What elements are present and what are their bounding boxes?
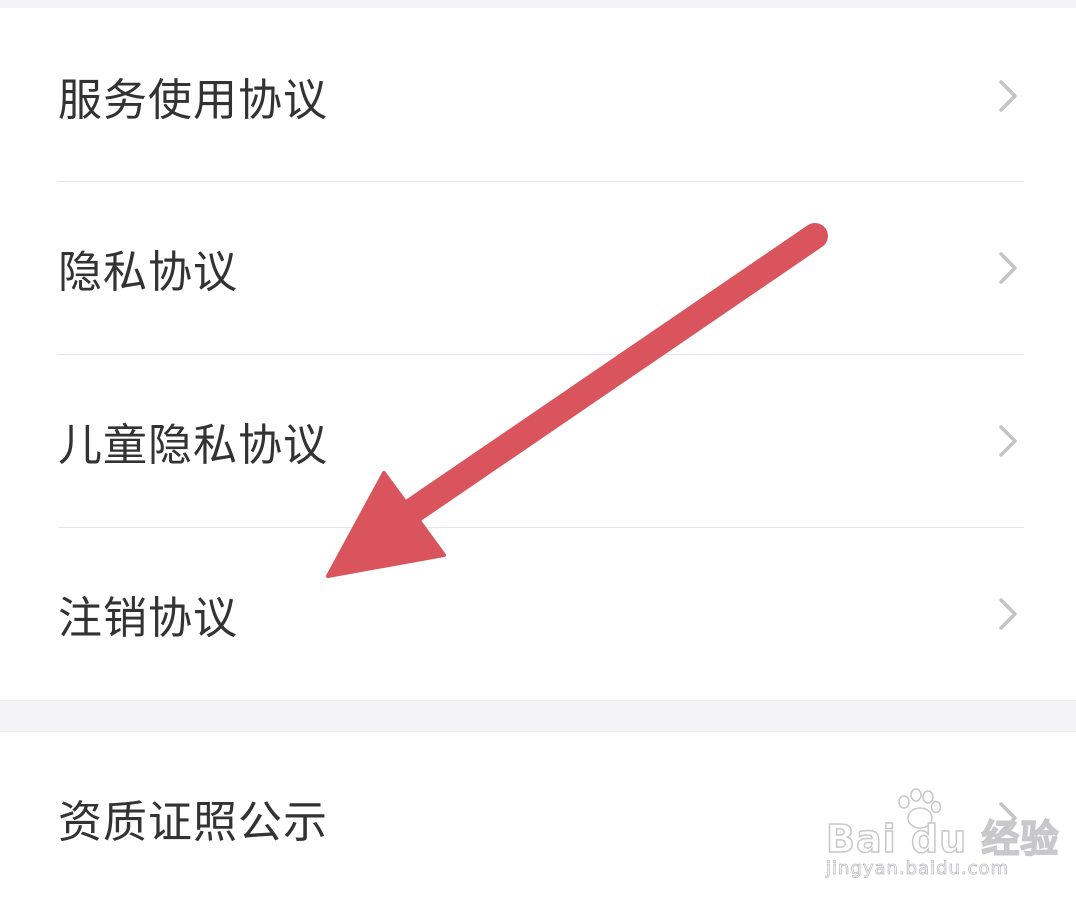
list-item-label: 注销协议 — [58, 593, 238, 644]
list-item-cancellation-agreement[interactable]: 注销协议 — [0, 528, 1076, 700]
list-item-qualification-license[interactable]: 资质证照公示 — [0, 732, 1076, 904]
section-gap — [0, 700, 1076, 732]
chevron-right-icon — [999, 252, 1017, 284]
list-item-label: 隐私协议 — [58, 247, 238, 298]
list-item-label: 资质证照公示 — [58, 797, 328, 848]
chevron-right-icon — [999, 598, 1017, 630]
list-item-label: 儿童隐私协议 — [58, 420, 328, 471]
chevron-right-icon — [999, 80, 1017, 112]
list-item-privacy-agreement[interactable]: 隐私协议 — [0, 182, 1076, 354]
chevron-right-icon — [999, 802, 1017, 834]
list-item-service-agreement[interactable]: 服务使用协议 — [0, 10, 1076, 182]
list-item-label: 服务使用协议 — [58, 75, 328, 126]
settings-screen: 服务使用协议 隐私协议 儿童隐私协议 注销协议 资质证照公示 Bai du 经验… — [0, 0, 1076, 904]
list-item-child-privacy-agreement[interactable]: 儿童隐私协议 — [0, 355, 1076, 527]
top-gap — [0, 0, 1076, 8]
chevron-right-icon — [999, 425, 1017, 457]
